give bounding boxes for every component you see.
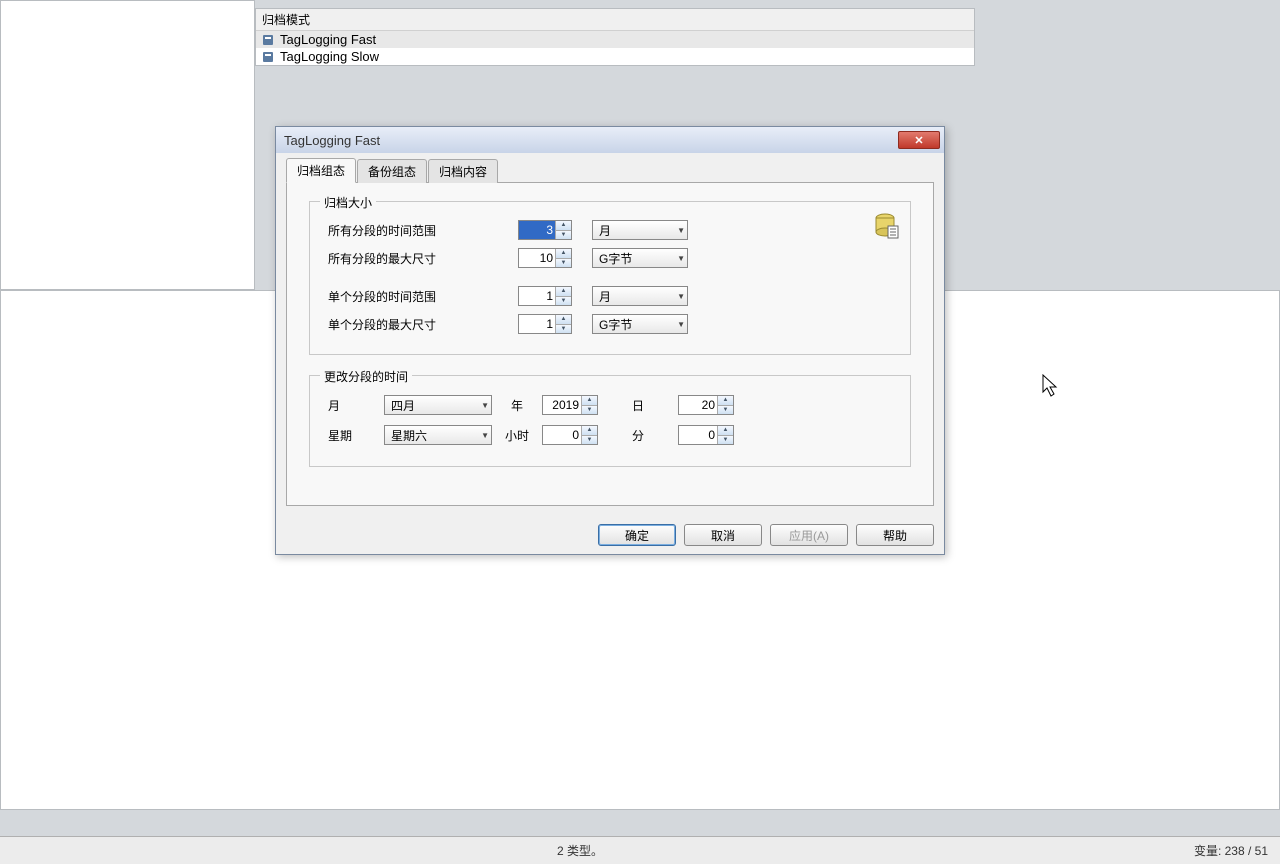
hour-input[interactable]: ▲▼: [542, 425, 598, 445]
single-range-label: 单个分段的时间范围: [328, 288, 518, 305]
database-icon: [262, 33, 276, 47]
single-range-unit[interactable]: 月▼: [592, 286, 688, 306]
chevron-down-icon: ▼: [677, 254, 685, 263]
hour-label: 小时: [502, 427, 532, 444]
spin-up-icon[interactable]: ▲: [582, 396, 597, 406]
spinner-buttons[interactable]: ▲▼: [581, 426, 597, 444]
dialog-button-bar: 确定 取消 应用(A) 帮助: [276, 516, 944, 554]
spinner-buttons[interactable]: ▲▼: [555, 287, 571, 305]
single-max-label: 单个分段的最大尺寸: [328, 316, 518, 333]
day-input[interactable]: ▲▼: [678, 395, 734, 415]
status-bar: 2 类型。 变量: 238 / 51: [0, 836, 1280, 864]
spinner-buttons[interactable]: ▲▼: [555, 249, 571, 267]
chevron-down-icon: ▼: [677, 320, 685, 329]
all-max-value[interactable]: [519, 249, 555, 267]
dialog-titlebar[interactable]: TagLogging Fast ✕: [276, 127, 944, 153]
spinner-buttons[interactable]: ▲▼: [555, 221, 571, 239]
spin-up-icon[interactable]: ▲: [556, 221, 571, 231]
all-max-unit[interactable]: G字节▼: [592, 248, 688, 268]
weekday-combo[interactable]: 星期六▼: [384, 425, 492, 445]
left-panel: [0, 0, 255, 290]
spin-up-icon[interactable]: ▲: [556, 315, 571, 325]
all-range-value[interactable]: [519, 221, 555, 239]
change-time-group: 更改分段的时间 月 四月▼ 年 ▲▼ 日 ▲▼: [309, 375, 911, 467]
tab-archive-content[interactable]: 归档内容: [428, 159, 498, 183]
spin-down-icon[interactable]: ▼: [556, 325, 571, 334]
all-range-input[interactable]: ▲▼: [518, 220, 572, 240]
spin-down-icon[interactable]: ▼: [582, 436, 597, 445]
spin-up-icon[interactable]: ▲: [556, 249, 571, 259]
month-combo[interactable]: 四月▼: [384, 395, 492, 415]
status-message: 2 类型。: [0, 842, 1160, 859]
spinner-buttons[interactable]: ▲▼: [717, 426, 733, 444]
spin-up-icon[interactable]: ▲: [718, 396, 733, 406]
spin-down-icon[interactable]: ▼: [556, 297, 571, 306]
archive-item-label: TagLogging Fast: [280, 32, 376, 47]
archive-mode-panel: 归档模式 TagLogging Fast TagLogging Slow: [255, 8, 975, 66]
help-button[interactable]: 帮助: [856, 524, 934, 546]
spin-up-icon[interactable]: ▲: [556, 287, 571, 297]
spin-down-icon[interactable]: ▼: [582, 406, 597, 415]
single-range-value[interactable]: [519, 287, 555, 305]
spinner-buttons[interactable]: ▲▼: [717, 396, 733, 414]
minute-input[interactable]: ▲▼: [678, 425, 734, 445]
tab-archive-config[interactable]: 归档组态: [286, 158, 356, 183]
chevron-down-icon: ▼: [677, 226, 685, 235]
archive-item-label: TagLogging Slow: [280, 49, 379, 64]
tab-page-archive-config: 归档大小 所有分段的时间范围 ▲▼ 月▼ 所有分段的最大尺寸: [286, 183, 934, 506]
cancel-button[interactable]: 取消: [684, 524, 762, 546]
day-label: 日: [608, 397, 668, 414]
single-max-input[interactable]: ▲▼: [518, 314, 572, 334]
dialog-title: TagLogging Fast: [284, 133, 380, 148]
all-range-label: 所有分段的时间范围: [328, 222, 518, 239]
apply-button[interactable]: 应用(A): [770, 524, 848, 546]
archive-mode-header: 归档模式: [256, 9, 974, 31]
spin-down-icon[interactable]: ▼: [556, 259, 571, 268]
single-range-input[interactable]: ▲▼: [518, 286, 572, 306]
spin-up-icon[interactable]: ▲: [718, 426, 733, 436]
spinner-buttons[interactable]: ▲▼: [581, 396, 597, 414]
chevron-down-icon: ▼: [481, 431, 489, 440]
ok-button[interactable]: 确定: [598, 524, 676, 546]
archive-item-fast[interactable]: TagLogging Fast: [256, 31, 974, 48]
close-button[interactable]: ✕: [898, 131, 940, 149]
archive-size-group: 归档大小 所有分段的时间范围 ▲▼ 月▼ 所有分段的最大尺寸: [309, 201, 911, 355]
spin-down-icon[interactable]: ▼: [718, 436, 733, 445]
tab-backup-config[interactable]: 备份组态: [357, 159, 427, 183]
weekday-label: 星期: [328, 427, 374, 444]
chevron-down-icon: ▼: [677, 292, 685, 301]
archive-properties-icon[interactable]: [874, 212, 900, 243]
archive-item-slow[interactable]: TagLogging Slow: [256, 48, 974, 65]
close-icon: ✕: [914, 134, 923, 147]
all-range-unit[interactable]: 月▼: [592, 220, 688, 240]
spin-down-icon[interactable]: ▼: [556, 231, 571, 240]
database-icon: [262, 50, 276, 64]
all-max-input[interactable]: ▲▼: [518, 248, 572, 268]
chevron-down-icon: ▼: [481, 401, 489, 410]
spin-up-icon[interactable]: ▲: [582, 426, 597, 436]
archive-size-title: 归档大小: [320, 194, 376, 211]
spinner-buttons[interactable]: ▲▼: [555, 315, 571, 333]
single-max-unit[interactable]: G字节▼: [592, 314, 688, 334]
year-label: 年: [502, 397, 532, 414]
change-time-title: 更改分段的时间: [320, 368, 412, 385]
year-input[interactable]: ▲▼: [542, 395, 598, 415]
minute-label: 分: [608, 427, 668, 444]
tab-strip: 归档组态 备份组态 归档内容: [286, 161, 934, 183]
status-variable-count: 变量: 238 / 51: [1160, 842, 1280, 859]
month-label: 月: [328, 397, 374, 414]
taglogging-dialog: TagLogging Fast ✕ 归档组态 备份组态 归档内容 归档大小 所有…: [275, 126, 945, 555]
spin-down-icon[interactable]: ▼: [718, 406, 733, 415]
all-max-label: 所有分段的最大尺寸: [328, 250, 518, 267]
single-max-value[interactable]: [519, 315, 555, 333]
